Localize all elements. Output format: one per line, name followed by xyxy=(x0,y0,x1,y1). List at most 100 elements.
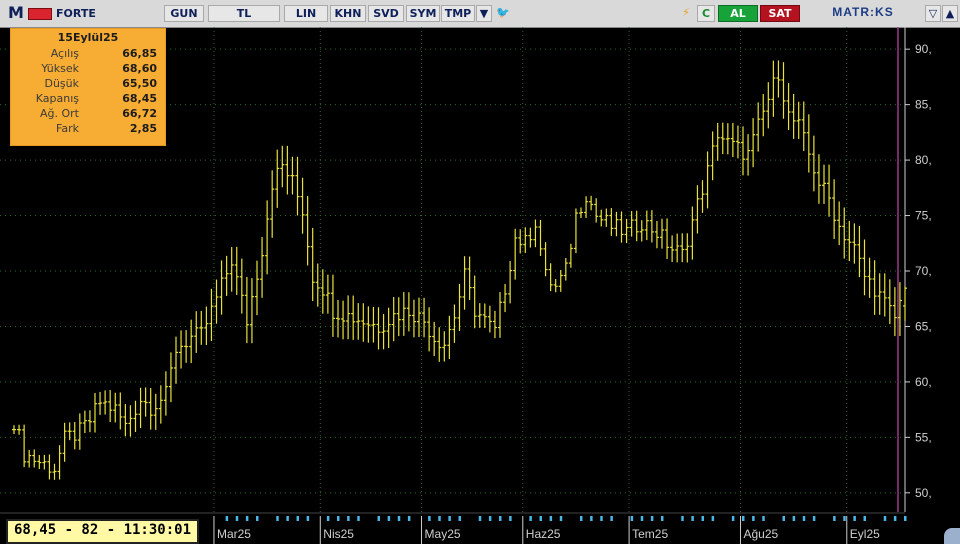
volume-marker xyxy=(245,516,249,521)
refresh-icon[interactable]: C xyxy=(697,5,715,22)
volume-marker xyxy=(833,516,836,521)
info-value: 66,72 xyxy=(122,107,157,120)
period-button[interactable]: GUN xyxy=(164,5,204,22)
volume-button[interactable]: SVD xyxy=(368,5,404,22)
volume-marker xyxy=(590,516,593,521)
volume-marker xyxy=(225,516,229,521)
volume-marker xyxy=(640,516,644,521)
info-value: 65,50 xyxy=(122,77,157,90)
volume-marker xyxy=(691,516,694,521)
lightning-icon[interactable]: ⚡ xyxy=(678,5,694,22)
volume-marker xyxy=(539,516,542,521)
volume-marker xyxy=(802,516,806,521)
x-tick-label: Ağu25 xyxy=(743,527,778,541)
volume-marker xyxy=(610,516,613,521)
info-label: Fark xyxy=(56,122,79,135)
volume-marker xyxy=(731,516,735,521)
x-tick-label: May25 xyxy=(425,527,461,541)
volume-marker xyxy=(256,516,259,521)
volume-marker xyxy=(762,516,765,521)
y-tick-label: 50, xyxy=(915,486,932,500)
x-tick-label: Eyl25 xyxy=(850,527,880,541)
price-info-box: 15Eylül25 Açılış 66,85 Yüksek 68,60 Düşük 6… xyxy=(10,28,166,146)
info-value: 2,85 xyxy=(129,122,157,135)
volume-marker xyxy=(387,516,391,521)
volume-marker xyxy=(529,516,532,521)
info-value: 68,60 xyxy=(122,62,157,75)
info-label: Kapanış xyxy=(35,92,79,105)
volume-marker xyxy=(276,516,279,521)
info-value: 68,45 xyxy=(122,92,157,105)
volume-marker xyxy=(357,516,360,521)
x-tick-label: Tem25 xyxy=(632,527,668,541)
volume-marker xyxy=(863,516,866,521)
buy-button[interactable]: AL xyxy=(718,5,758,22)
info-row-change: Fark 2,85 xyxy=(11,122,167,136)
twitter-icon[interactable]: 🐦 xyxy=(493,5,513,22)
info-row-high: Yüksek 68,60 xyxy=(11,62,167,76)
scale-button[interactable]: LIN xyxy=(284,5,328,22)
symbol-name[interactable]: FORTE xyxy=(56,7,96,20)
info-value: 66,85 xyxy=(122,47,157,60)
y-tick-label: 85, xyxy=(915,98,932,112)
x-tick-label: Nis25 xyxy=(323,527,354,541)
y-tick-label: 70, xyxy=(915,264,932,278)
symbol-flag-icon xyxy=(28,8,52,20)
volume-marker xyxy=(681,516,684,521)
info-row-low: Düşük 65,50 xyxy=(11,77,167,91)
volume-marker xyxy=(337,516,340,521)
info-row-avg: Ağ. Ort 66,72 xyxy=(11,107,167,121)
volume-marker xyxy=(752,516,755,521)
x-tick-label: Mar25 xyxy=(217,527,251,541)
volume-marker xyxy=(549,516,553,521)
volume-marker xyxy=(853,516,856,521)
info-row-close: Kapanış 68,45 xyxy=(11,92,167,106)
brand-logo: MATR:KS xyxy=(832,5,894,19)
sell-button[interactable]: SAT xyxy=(760,5,800,22)
volume-marker xyxy=(792,516,796,521)
volume-marker xyxy=(458,516,461,521)
volume-marker xyxy=(843,516,846,521)
info-date: 15Eylül25 xyxy=(57,31,119,44)
info-label: Ağ. Ort xyxy=(40,107,79,120)
volume-marker xyxy=(904,516,907,521)
volume-marker xyxy=(559,516,563,521)
volume-marker xyxy=(438,516,441,521)
y-tick-label: 90, xyxy=(915,42,932,56)
symbol-button[interactable]: SYM xyxy=(406,5,440,22)
volume-marker xyxy=(600,516,603,521)
volume-marker xyxy=(509,516,512,521)
info-row-open: Açılış 66,85 xyxy=(11,47,167,61)
volume-marker xyxy=(711,516,715,521)
chevron-down-icon[interactable]: ▼ xyxy=(476,5,492,22)
volume-marker xyxy=(397,516,401,521)
currency-button[interactable]: TL xyxy=(208,5,280,22)
y-tick-label: 55, xyxy=(915,430,932,444)
dropdown-icon[interactable]: ▽ xyxy=(925,5,941,22)
volume-marker xyxy=(326,516,330,521)
info-label: Düşük xyxy=(44,77,79,90)
volume-marker xyxy=(377,516,380,521)
candle-button[interactable]: KHN xyxy=(330,5,366,22)
volume-marker xyxy=(407,516,411,521)
volume-marker xyxy=(286,516,289,521)
info-label: Açılış xyxy=(50,47,79,60)
volume-marker xyxy=(893,516,897,521)
volume-marker xyxy=(812,516,816,521)
template-button[interactable]: TMP xyxy=(441,5,475,22)
volume-marker xyxy=(296,516,299,521)
volume-marker xyxy=(448,516,451,521)
status-readout: 68,45 - 82 - 11:30:01 xyxy=(6,519,200,544)
volume-marker xyxy=(428,516,431,521)
scroll-up-icon[interactable]: ▲ xyxy=(942,5,958,22)
volume-marker xyxy=(478,516,482,521)
volume-marker xyxy=(650,516,654,521)
volume-marker xyxy=(742,516,745,521)
volume-marker xyxy=(701,516,704,521)
volume-marker xyxy=(488,516,492,521)
matriks-m-icon[interactable]: M xyxy=(8,4,24,22)
corner-icon[interactable] xyxy=(944,528,960,544)
volume-marker xyxy=(661,516,664,521)
volume-marker xyxy=(782,516,785,521)
x-tick-label: Haz25 xyxy=(526,527,561,541)
